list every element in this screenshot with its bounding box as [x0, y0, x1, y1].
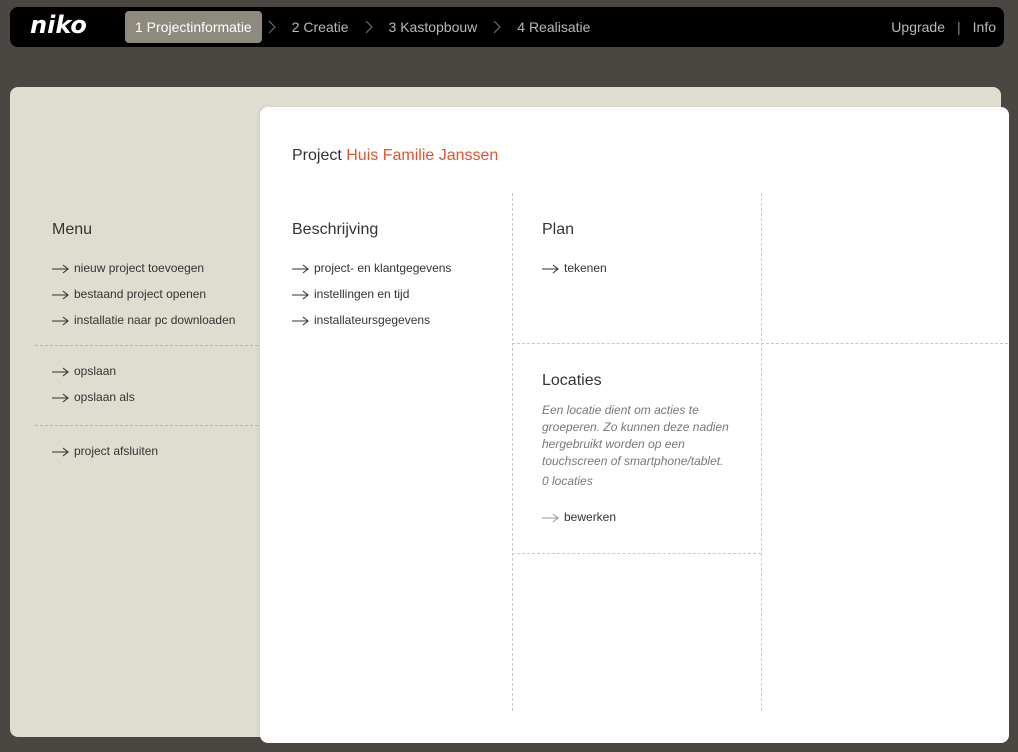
link-tekenen[interactable]: tekenen: [542, 255, 607, 281]
arrow-right-icon: [292, 290, 310, 300]
menu-title: Menu: [52, 221, 93, 238]
arrow-right-icon: [292, 316, 310, 326]
menu-item-download-installation[interactable]: installatie naar pc downloaden: [52, 307, 258, 333]
menu-divider: [35, 345, 258, 346]
chevron-right-icon: [359, 11, 379, 43]
niko-logo[interactable]: niko: [30, 11, 87, 39]
top-navigation-bar: niko 1 Projectinformatie 2 Creatie 3 Kas…: [10, 7, 1004, 47]
chevron-right-icon: [262, 11, 282, 43]
locaties-description: Een locatie dient om acties te groeperen…: [542, 403, 729, 468]
section-title: Locaties: [542, 372, 602, 389]
link-instellingen-tijd[interactable]: instellingen en tijd: [292, 281, 451, 307]
arrow-right-icon: [52, 367, 70, 377]
menu-item-label: opslaan als: [74, 390, 135, 404]
step-creatie[interactable]: 2 Creatie: [282, 11, 359, 43]
link-label: project- en klantgegevens: [314, 261, 452, 275]
page-title: Project Huis Familie Janssen: [292, 147, 498, 165]
menu-item-new-project[interactable]: nieuw project toevoegen: [52, 255, 258, 281]
link-installateursgegevens[interactable]: installateursgegevens: [292, 307, 451, 333]
top-right-links: Upgrade | Info: [891, 11, 996, 43]
arrow-right-icon: [52, 290, 70, 300]
grid-line: [761, 193, 762, 711]
step-kastopbouw[interactable]: 3 Kastopbouw: [379, 11, 488, 43]
side-menu: Menu nieuw project toevoegen bestaand pr…: [52, 221, 258, 333]
grid-line: [512, 343, 1008, 344]
step-projectinformatie[interactable]: 1 Projectinformatie: [125, 11, 262, 43]
menu-item-label: nieuw project toevoegen: [74, 261, 205, 275]
project-name: Huis Familie Janssen: [346, 147, 499, 164]
grid-line: [512, 553, 761, 554]
section-title: Beschrijving: [292, 221, 379, 238]
arrow-right-icon: [52, 447, 70, 457]
menu-item-save-as[interactable]: opslaan als: [52, 384, 258, 410]
info-link[interactable]: Info: [973, 19, 996, 35]
menu-divider: [35, 425, 258, 426]
link-label: bewerken: [564, 510, 617, 524]
section-beschrijving: Beschrijving project- en klantgegevens i…: [292, 221, 451, 333]
arrow-right-icon: [52, 316, 70, 326]
side-menu-save-group: opslaan opslaan als: [52, 358, 258, 410]
locaties-count: 0 locaties: [542, 474, 593, 488]
link-bewerken[interactable]: bewerken: [542, 504, 732, 530]
side-menu-close-group: project afsluiten: [52, 438, 258, 464]
step-navigation: 1 Projectinformatie 2 Creatie 3 Kastopbo…: [125, 11, 600, 43]
menu-item-label: installatie naar pc downloaden: [74, 313, 236, 327]
link-project-klantgegevens[interactable]: project- en klantgegevens: [292, 255, 451, 281]
grid-line: [512, 193, 513, 711]
arrow-right-icon: [52, 393, 70, 403]
menu-item-save[interactable]: opslaan: [52, 358, 258, 384]
menu-item-open-project[interactable]: bestaand project openen: [52, 281, 258, 307]
section-title: Plan: [542, 221, 575, 238]
upgrade-link[interactable]: Upgrade: [891, 19, 945, 35]
section-plan: Plan tekenen: [542, 221, 607, 281]
arrow-right-icon: [542, 513, 560, 523]
arrow-right-icon: [542, 264, 560, 274]
menu-item-label: bestaand project openen: [74, 287, 207, 301]
link-separator: |: [957, 19, 961, 35]
link-label: installateursgegevens: [314, 313, 431, 327]
project-prefix: Project: [292, 147, 342, 164]
menu-item-label: opslaan: [74, 364, 117, 378]
chevron-right-icon: [487, 11, 507, 43]
step-realisatie[interactable]: 4 Realisatie: [507, 11, 600, 43]
menu-item-close-project[interactable]: project afsluiten: [52, 438, 258, 464]
link-label: instellingen en tijd: [314, 287, 410, 301]
link-label: tekenen: [564, 261, 607, 275]
section-locaties: Locaties Een locatie dient om acties te …: [542, 372, 732, 530]
menu-item-label: project afsluiten: [74, 444, 159, 458]
arrow-right-icon: [292, 264, 310, 274]
arrow-right-icon: [52, 264, 70, 274]
